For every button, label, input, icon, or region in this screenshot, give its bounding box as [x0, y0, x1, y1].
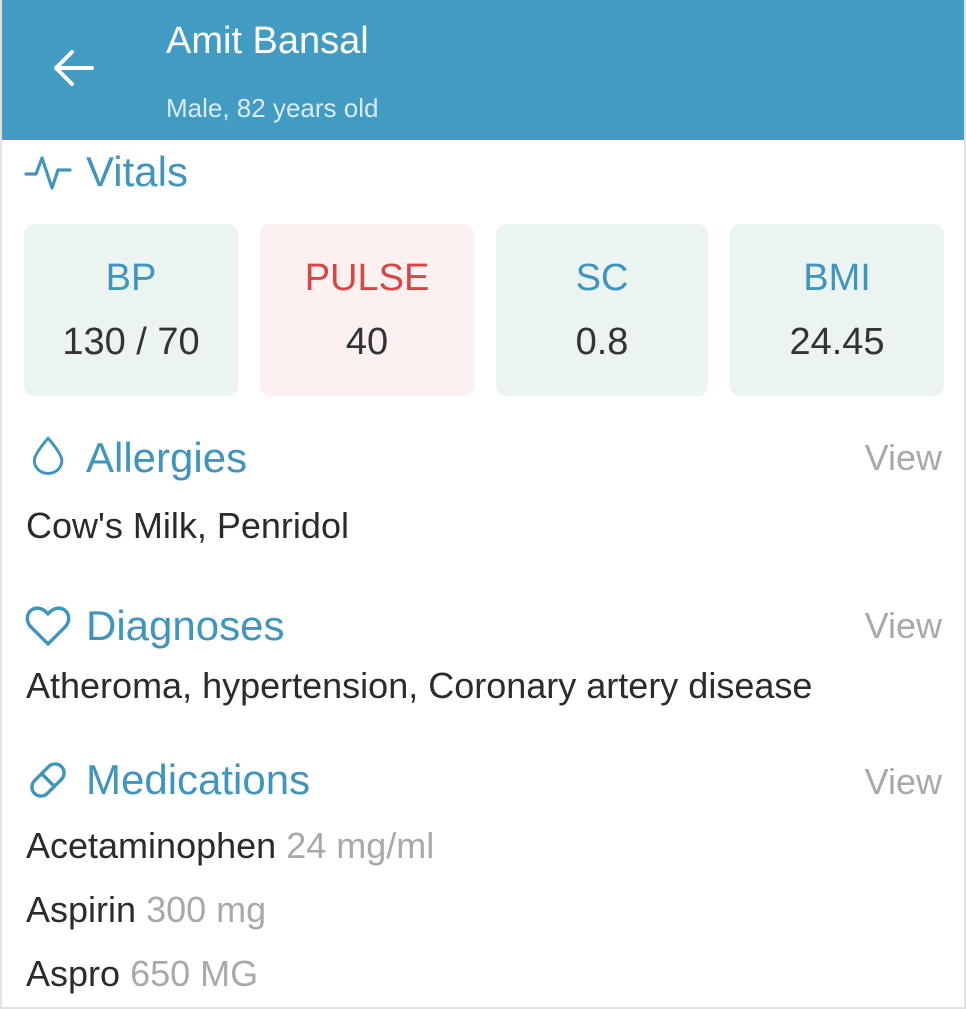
- medication-name: Aspro: [26, 953, 121, 994]
- back-button[interactable]: [46, 40, 102, 96]
- allergies-section-header: Allergies: [24, 432, 247, 484]
- vital-value: 40: [345, 321, 389, 363]
- allergies-view-link[interactable]: View: [865, 436, 942, 480]
- vitals-section-header: Vitals: [24, 146, 188, 198]
- arrow-left-icon: [54, 50, 94, 86]
- medication-dose: 300 mg: [146, 889, 267, 930]
- vital-value: 24.45: [789, 321, 885, 363]
- diagnoses-view-link[interactable]: View: [865, 604, 942, 648]
- medication-name: Acetaminophen: [26, 825, 277, 866]
- heart-icon: [24, 602, 72, 650]
- patient-summary-screen: Amit Bansal Male, 82 years old Vitals BP…: [0, 0, 966, 1009]
- diagnoses-section-header: Diagnoses: [24, 600, 284, 652]
- diagnoses-title: Diagnoses: [86, 602, 285, 649]
- vital-label: BP: [105, 257, 157, 299]
- vital-label: PULSE: [304, 257, 430, 299]
- medication-dose: 24 mg/ml: [286, 825, 435, 866]
- allergies-list: Cow's Milk, Penridol: [26, 505, 349, 546]
- vitals-cards: BP 130 / 70 PULSE 40 SC 0.8 BMI 24.45: [24, 224, 944, 396]
- vital-card-bp[interactable]: BP 130 / 70: [24, 224, 238, 396]
- medications-title: Medications: [86, 756, 311, 803]
- vital-value: 0.8: [575, 321, 629, 363]
- vital-card-pulse[interactable]: PULSE 40: [260, 224, 474, 396]
- vital-label: SC: [575, 257, 629, 299]
- patient-name: Amit Bansal: [166, 20, 369, 62]
- diagnoses-list: Atheroma, hypertension, Coronary artery …: [26, 665, 813, 706]
- vital-card-sc[interactable]: SC 0.8: [496, 224, 708, 396]
- vital-label: BMI: [803, 257, 871, 299]
- medication-name: Aspirin: [26, 889, 137, 930]
- app-header: Amit Bansal Male, 82 years old: [2, 0, 964, 140]
- medications-view-link[interactable]: View: [865, 760, 942, 804]
- droplet-icon: [24, 434, 72, 482]
- vital-card-bmi[interactable]: BMI 24.45: [730, 224, 944, 396]
- medication-dose: 650 MG: [130, 953, 259, 994]
- vital-value: 130 / 70: [62, 321, 200, 363]
- pill-icon: [24, 756, 72, 804]
- allergies-title: Allergies: [86, 434, 248, 481]
- medication-item: Aspirin 300 mg: [26, 888, 266, 932]
- vitals-title: Vitals: [86, 148, 188, 195]
- medications-section-header: Medications: [24, 754, 310, 806]
- patient-demographics: Male, 82 years old: [166, 93, 379, 123]
- pulse-icon: [24, 148, 72, 196]
- medication-item: Aspro 650 MG: [26, 952, 258, 996]
- medication-item: Acetaminophen 24 mg/ml: [26, 824, 434, 868]
